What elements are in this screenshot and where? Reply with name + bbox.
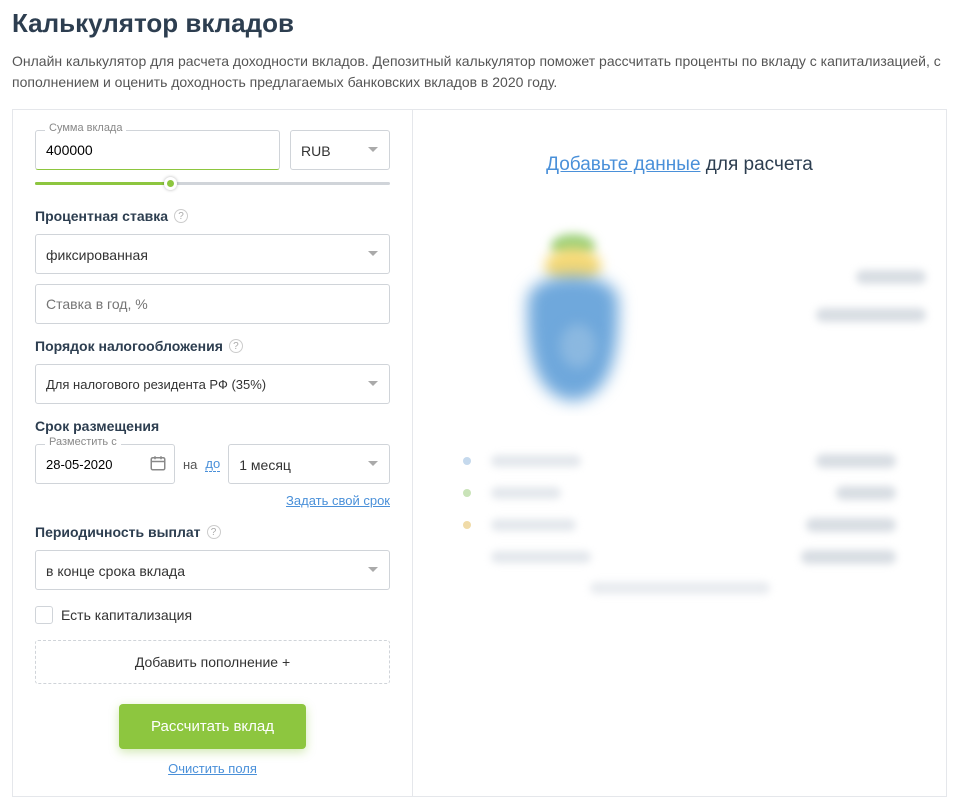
payout-select[interactable]: в конце срока вклада <box>35 550 390 590</box>
legend-dot <box>463 457 471 465</box>
capitalization-checkbox[interactable] <box>35 606 53 624</box>
term-section-label: Срок размещения <box>35 418 390 434</box>
amount-slider[interactable] <box>35 174 390 194</box>
page-title: Калькулятор вкладов <box>12 8 947 39</box>
tax-section-label: Порядок налогообложения ? <box>35 338 390 354</box>
result-title: Добавьте данные для расчета <box>433 154 926 176</box>
blur-placeholder <box>836 486 896 500</box>
calendar-icon[interactable] <box>149 454 167 472</box>
rate-type-select[interactable]: фиксированная <box>35 234 390 274</box>
form-panel: Сумма вклада RUB Процентная ставка ? фик… <box>13 110 413 796</box>
sep-do-link[interactable]: до <box>205 456 220 472</box>
blur-placeholder <box>806 518 896 532</box>
currency-select[interactable]: RUB <box>290 130 390 170</box>
amount-input[interactable] <box>35 130 280 170</box>
money-bag-illustration <box>433 216 713 416</box>
blur-placeholder <box>491 551 591 563</box>
help-icon[interactable]: ? <box>207 525 221 539</box>
legend-dot <box>463 521 471 529</box>
capitalization-label: Есть капитализация <box>61 607 192 623</box>
result-panel: Добавьте данные для расчета <box>413 110 946 796</box>
rate-input[interactable] <box>35 284 390 324</box>
legend-dot <box>463 489 471 497</box>
blur-placeholder <box>801 550 896 564</box>
rate-section-label: Процентная ставка ? <box>35 208 390 224</box>
slider-thumb[interactable] <box>164 177 177 190</box>
blur-placeholder <box>816 454 896 468</box>
custom-term-link[interactable]: Задать свой срок <box>286 493 390 508</box>
rate-label-text: Процентная ставка <box>35 208 168 224</box>
blur-placeholder <box>491 487 561 499</box>
blur-placeholder <box>491 519 576 531</box>
result-title-link[interactable]: Добавьте данные <box>546 154 700 175</box>
help-icon[interactable]: ? <box>174 209 188 223</box>
date-label: Разместить с <box>45 436 121 448</box>
calculator-container: Сумма вклада RUB Процентная ставка ? фик… <box>12 109 947 797</box>
slider-fill <box>35 182 170 185</box>
result-title-rest: для расчета <box>701 154 813 175</box>
payout-section-label: Периодичность выплат ? <box>35 524 390 540</box>
tax-label-text: Порядок налогообложения <box>35 338 223 354</box>
clear-link[interactable]: Очистить поля <box>35 761 390 776</box>
page-description: Онлайн калькулятор для расчета доходност… <box>12 51 947 93</box>
blur-placeholder <box>491 455 581 467</box>
term-select[interactable]: 1 месяц <box>228 444 390 484</box>
payout-label-text: Периодичность выплат <box>35 524 201 540</box>
amount-label: Сумма вклада <box>45 122 126 134</box>
blur-placeholder <box>590 582 770 594</box>
tax-select[interactable]: Для налогового резидента РФ (35%) <box>35 364 390 404</box>
help-icon[interactable]: ? <box>229 339 243 353</box>
calculate-button[interactable]: Рассчитать вклад <box>119 704 306 749</box>
add-deposit-button[interactable]: Добавить пополнение + <box>35 640 390 684</box>
sep-na: на <box>183 457 197 472</box>
